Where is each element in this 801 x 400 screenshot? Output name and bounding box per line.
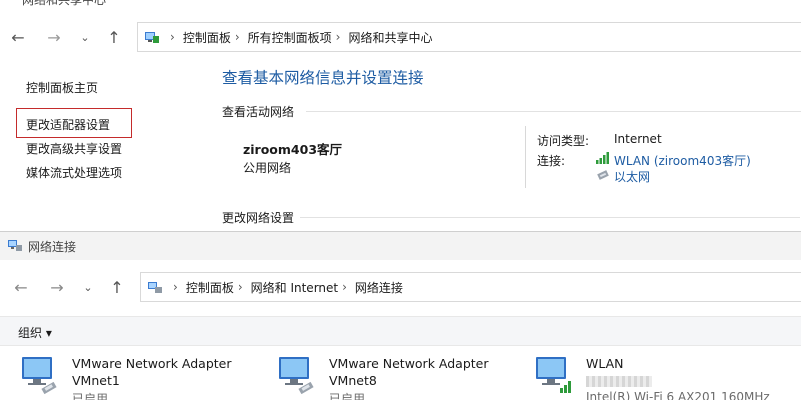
nav-control-panel-home[interactable]: 控制面板主页 (26, 79, 98, 96)
nav-media-streaming[interactable]: 媒体流式处理选项 (26, 164, 122, 181)
breadcrumb-all-items[interactable]: 所有控制面板项 (248, 29, 332, 46)
breadcrumb-control-panel[interactable]: 控制面板 (183, 29, 231, 46)
back-arrow-icon[interactable]: ← (10, 276, 32, 298)
breadcrumb-separator: › (170, 30, 175, 44)
window-title: 网络和共享中心 (22, 0, 107, 7)
address-bar[interactable]: › 控制面板 › 所有控制面板项 › 网络和共享中心 (137, 22, 801, 52)
adapter-device: VMnet1 (72, 373, 120, 388)
window-title: 网络连接 (28, 240, 77, 254)
connections-label: 连接: (537, 154, 566, 168)
breadcrumb-sharing-center[interactable]: 网络和共享中心 (348, 29, 432, 46)
section-change-settings: 更改网络设置 (222, 211, 295, 225)
chevron-down-icon[interactable]: ⌄ (74, 26, 96, 48)
chevron-down-icon[interactable]: ⌄ (77, 276, 99, 298)
network-type: 公用网络 (243, 161, 292, 175)
breadcrumb-control-panel[interactable]: 控制面板 (186, 279, 234, 296)
control-panel-icon (144, 30, 160, 44)
divider (306, 111, 801, 112)
ethernet-icon (597, 170, 609, 180)
breadcrumb-network-connections[interactable]: 网络连接 (355, 279, 403, 296)
wlan-adapter-icon (536, 357, 571, 393)
ethernet-connection-link[interactable]: 以太网 (614, 168, 650, 185)
adapter-network-redacted (586, 373, 652, 388)
network-adapter-icon (279, 357, 314, 395)
window-title-bar: 网络和共享中心 (0, 0, 801, 8)
network-sharing-center-window: 网络和共享中心 ← → ⌄ ↑ › 控制面板 › 所有控制面板项 › 网络和共享… (0, 0, 801, 231)
redacted-text (586, 376, 652, 387)
network-connections-icon (8, 240, 22, 251)
divider (300, 217, 800, 218)
adapter-name: VMware Network Adapter (72, 356, 232, 371)
up-arrow-icon[interactable]: ↑ (103, 26, 125, 48)
forward-arrow-icon[interactable]: → (43, 26, 65, 48)
address-bar[interactable]: › 控制面板 › 网络和 Internet › 网络连接 (140, 272, 801, 302)
breadcrumb-network-internet[interactable]: 网络和 Internet (251, 279, 338, 296)
navigation-bar: ← → ⌄ ↑ › 控制面板 › 网络和 Internet › 网络连接 (0, 267, 801, 309)
adapter-device: Intel(R) Wi-Fi 6 AX201 160MHz (586, 390, 770, 400)
adapter-name: WLAN (586, 356, 624, 371)
back-arrow-icon[interactable]: ← (7, 26, 29, 48)
breadcrumb-separator: › (342, 280, 347, 294)
navigation-bar: ← → ⌄ ↑ › 控制面板 › 所有控制面板项 › 网络和共享中心 (0, 16, 801, 58)
adapter-device: VMnet8 (329, 373, 377, 388)
up-arrow-icon[interactable]: ↑ (106, 276, 128, 298)
adapter-name: VMware Network Adapter (329, 356, 489, 371)
wlan-connection-link[interactable]: WLAN (ziroom403客厅) (614, 152, 751, 169)
divider (525, 126, 526, 188)
network-connections-window: 网络连接 ← → ⌄ ↑ › 控制面板 › 网络和 Internet › 网络连… (0, 231, 801, 400)
access-type-value: Internet (614, 132, 662, 146)
highlight-box (16, 108, 132, 138)
forward-arrow-icon[interactable]: → (46, 276, 68, 298)
section-active-networks: 查看活动网络 (222, 105, 295, 119)
network-folder-icon (147, 280, 163, 294)
command-toolbar: 组织 ▾ (0, 316, 801, 346)
network-name: ziroom403客厅 (243, 142, 343, 157)
wifi-signal-icon (596, 152, 609, 164)
organize-button[interactable]: 组织 ▾ (18, 324, 52, 341)
breadcrumb-separator: › (234, 30, 240, 44)
adapter-status: 已启用 (329, 392, 366, 400)
breadcrumb-separator: › (237, 280, 243, 294)
access-type-label: 访问类型: (537, 134, 590, 148)
page-title: 查看基本网络信息并设置连接 (222, 69, 424, 87)
network-adapter-icon (22, 357, 57, 395)
nav-change-advanced-sharing[interactable]: 更改高级共享设置 (26, 140, 122, 157)
breadcrumb-separator: › (173, 280, 178, 294)
breadcrumb-separator: › (335, 30, 341, 44)
window-title-bar: 网络连接 (0, 232, 801, 260)
adapter-status: 已启用 (72, 392, 109, 400)
